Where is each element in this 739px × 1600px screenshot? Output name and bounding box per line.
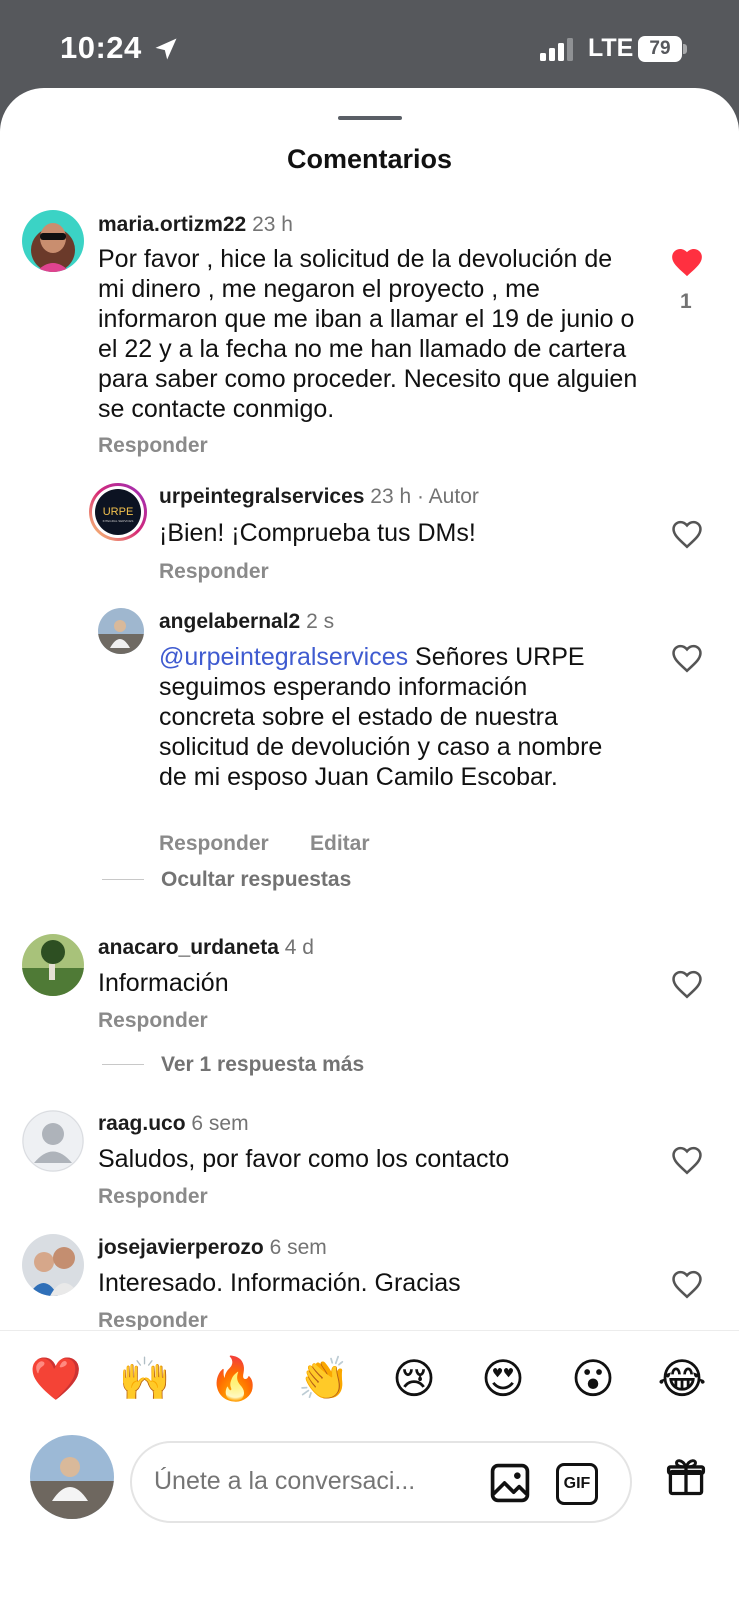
emoji-heart[interactable]: ❤️ xyxy=(28,1351,84,1407)
comment-input[interactable] xyxy=(154,1467,454,1496)
composer-area: ❤️ 🙌 🔥 👏 😢 😍 😮 😂 GIF xyxy=(0,1330,739,1600)
gif-button[interactable]: GIF xyxy=(556,1463,598,1505)
emoji-clapping[interactable]: 👏 xyxy=(296,1351,352,1407)
current-user-avatar[interactable] xyxy=(30,1435,114,1519)
status-time: 10:24 xyxy=(60,30,142,65)
comments-sheet: Comentarios maria.ortizm22 23 h Por favo… xyxy=(0,88,739,1600)
heart-outline-icon[interactable] xyxy=(670,1268,704,1300)
emoji-fire[interactable]: 🔥 xyxy=(207,1351,263,1407)
comment-item: josejavierperozo 6 sem Interesado. Infor… xyxy=(0,88,739,1358)
emoji-laughing[interactable]: 😂 xyxy=(654,1351,710,1407)
battery-level: 79 xyxy=(638,36,682,62)
comments-list[interactable]: maria.ortizm22 23 h Por favor , hice la … xyxy=(0,88,739,1358)
comment-username[interactable]: josejavierperozo xyxy=(98,1236,264,1259)
avatar[interactable] xyxy=(22,1234,84,1296)
quick-emoji-bar: ❤️ 🙌 🔥 👏 😢 😍 😮 😂 xyxy=(0,1351,739,1411)
comment-time: 6 sem xyxy=(269,1236,327,1259)
comment-input-field[interactable]: GIF xyxy=(130,1441,632,1523)
cellular-signal-icon xyxy=(540,38,573,61)
image-icon[interactable] xyxy=(488,1461,532,1505)
emoji-crying[interactable]: 😢 xyxy=(386,1351,442,1407)
status-bar: 10:24 LTE 79 xyxy=(0,0,739,92)
gift-icon[interactable] xyxy=(664,1455,708,1499)
network-type: LTE xyxy=(588,34,634,62)
battery-icon: 79 xyxy=(638,36,687,62)
location-arrow-icon xyxy=(155,38,177,60)
emoji-heart-eyes[interactable]: 😍 xyxy=(475,1351,531,1407)
emoji-raised-hands[interactable]: 🙌 xyxy=(117,1351,173,1407)
comment-text: Interesado. Información. Gracias xyxy=(98,1269,461,1297)
emoji-surprised[interactable]: 😮 xyxy=(565,1351,621,1407)
